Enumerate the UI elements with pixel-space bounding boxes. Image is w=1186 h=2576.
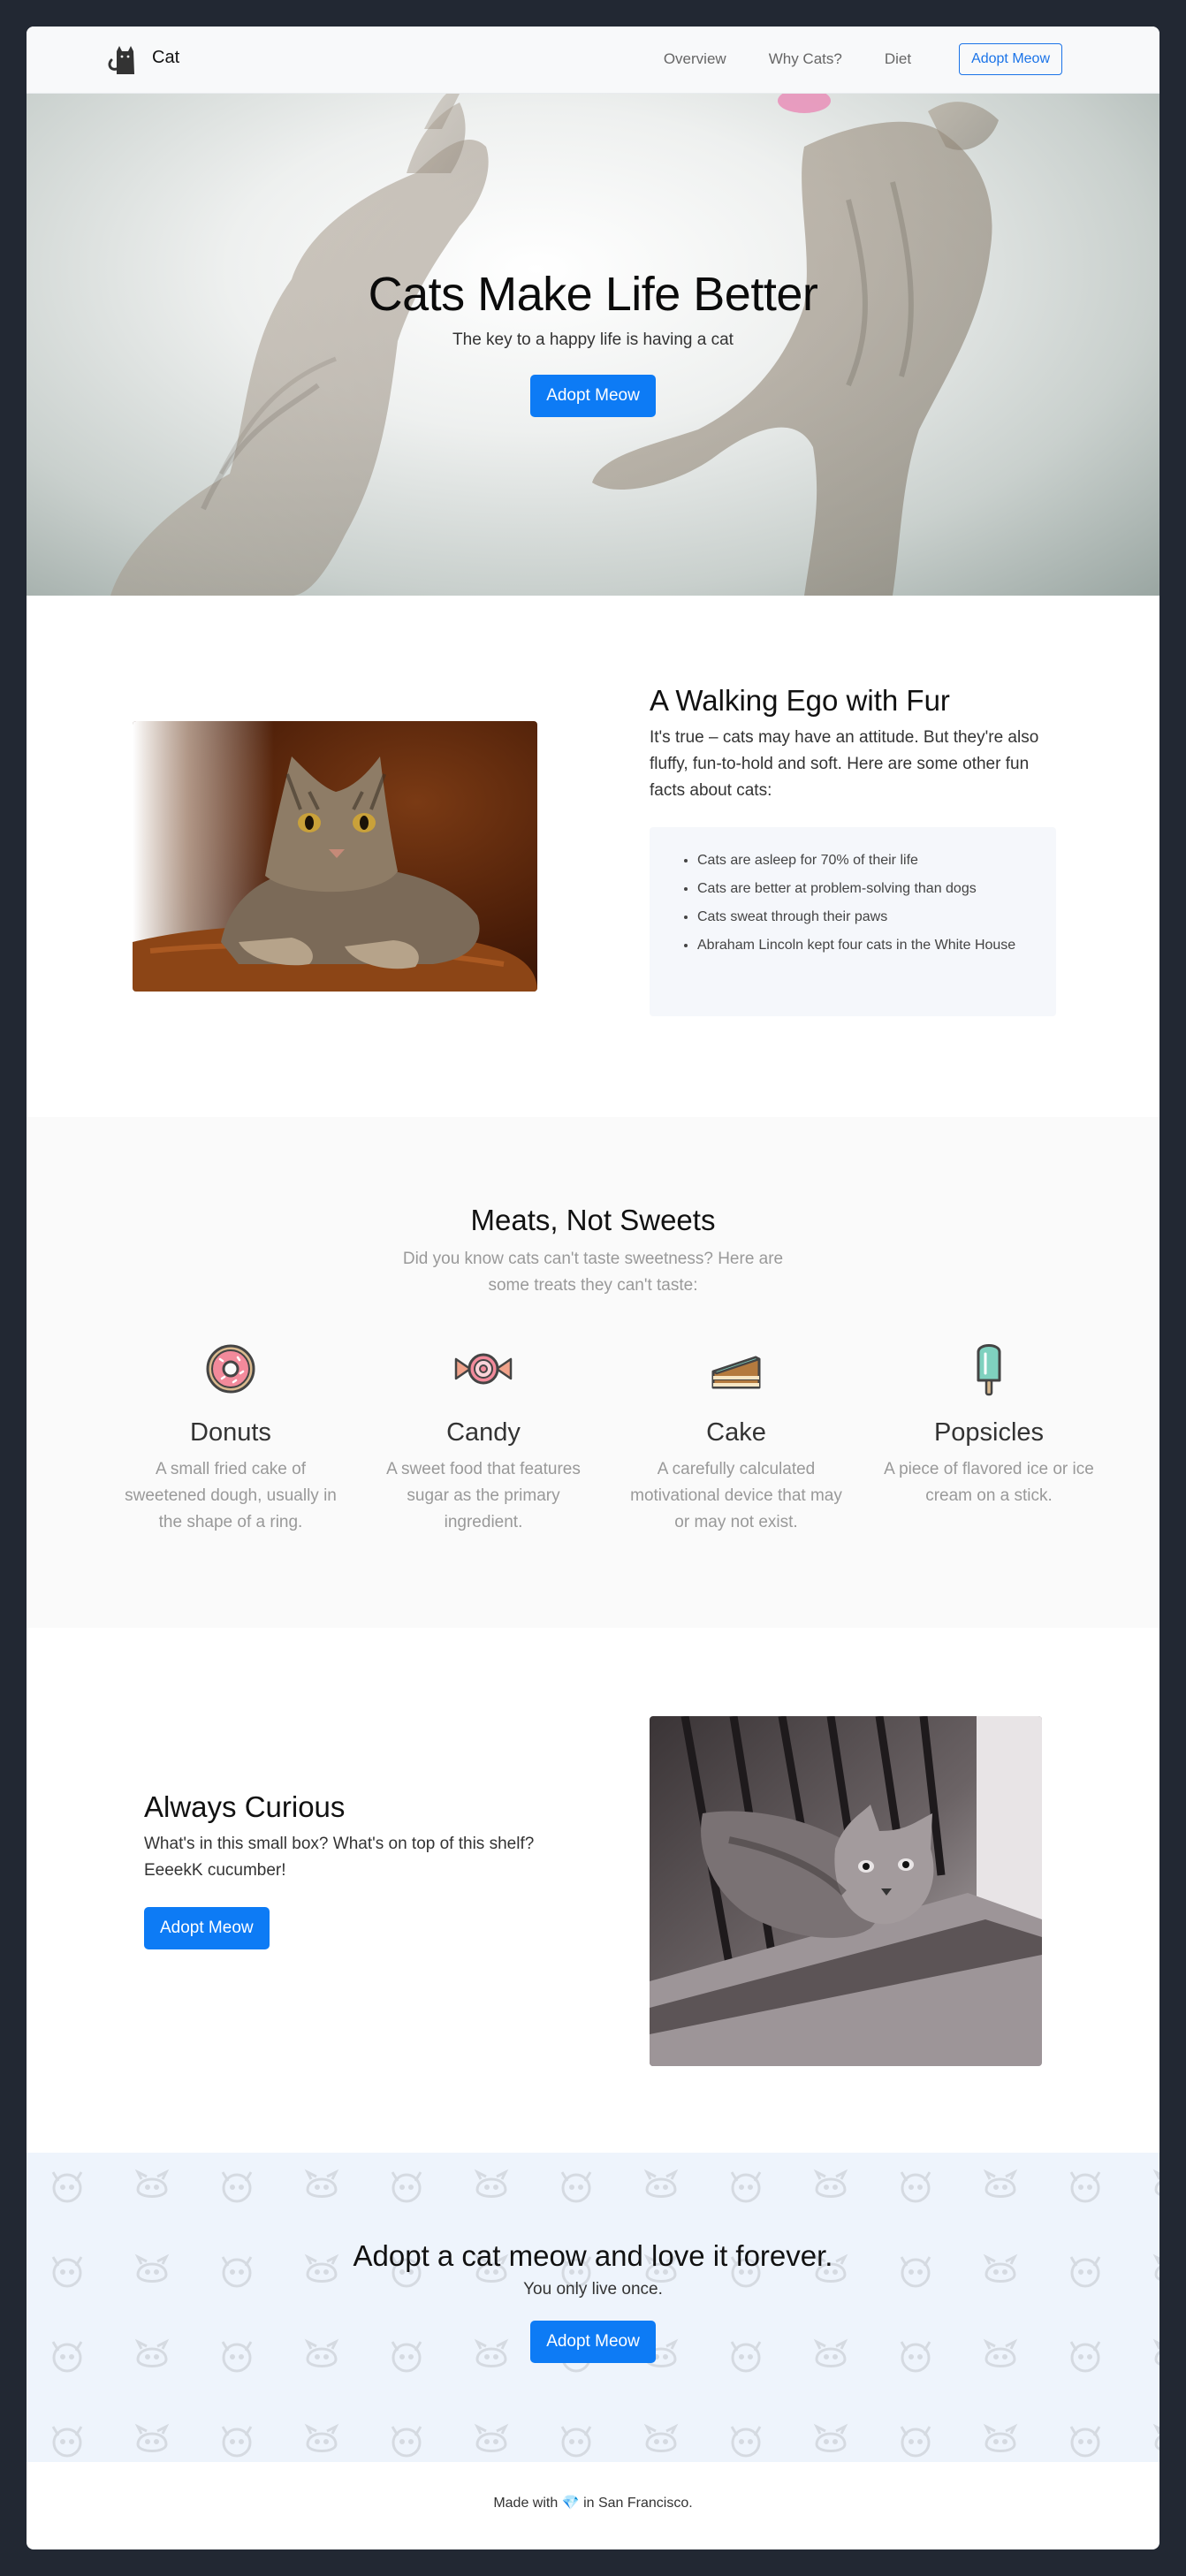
- hero-content: Cats Make Life Better The key to a happy…: [27, 267, 1159, 417]
- popsicle-icon: [977, 1344, 1001, 1396]
- cat-photo-balcony: [650, 1716, 1042, 2066]
- treat-card-donuts: Donuts A small fried cake of sweetened d…: [104, 1340, 357, 1536]
- curious-body: What's in this small box? What's on top …: [144, 1835, 535, 1880]
- diet-subtitle: Did you know cats can't taste sweetness?…: [402, 1250, 784, 1295]
- facts-list: Cats are asleep for 70% of their life Ca…: [697, 850, 1030, 956]
- cta-subtitle: You only live once.: [523, 2280, 663, 2299]
- treat-desc: A sweet food that features sugar as the …: [386, 1460, 581, 1531]
- curious-text: Always Curious What's in this small box?…: [144, 1790, 568, 1949]
- curious-adopt-button[interactable]: Adopt Meow: [144, 1907, 270, 1949]
- hero-title: Cats Make Life Better: [368, 268, 818, 321]
- treat-card-candy: Candy A sweet food that features sugar a…: [357, 1340, 610, 1536]
- candy-icon: [454, 1353, 513, 1385]
- cake-icon: [711, 1356, 761, 1389]
- treat-desc: A piece of flavored ice or ice cream on …: [884, 1460, 1094, 1505]
- treat-name: Candy: [446, 1418, 521, 1447]
- hero-subtitle: The key to a happy life is having a cat: [452, 331, 734, 349]
- fact-item: Cats are better at problem-solving than …: [697, 878, 1030, 900]
- adopt-cta-section: Adopt a cat meow and love it forever. Yo…: [27, 2153, 1159, 2462]
- footer-suffix: in San Francisco.: [583, 2496, 693, 2511]
- treat-card-popsicles: Popsicles A piece of flavored ice or ice…: [863, 1340, 1115, 1536]
- nav-link-why-cats[interactable]: Why Cats?: [769, 50, 842, 68]
- nav-link-diet[interactable]: Diet: [885, 50, 911, 68]
- curious-section: Always Curious What's in this small box?…: [27, 1628, 1159, 2153]
- treat-desc: A carefully calculated motivational devi…: [630, 1460, 842, 1531]
- navbar: Cat Overview Why Cats? Diet Adopt Meow: [27, 27, 1159, 94]
- fact-item: Cats are asleep for 70% of their life: [697, 850, 1030, 871]
- brand[interactable]: Cat: [104, 42, 179, 78]
- ego-body: It's true – cats may have an attitude. B…: [650, 728, 1039, 800]
- treats-grid: Donuts A small fried cake of sweetened d…: [104, 1340, 1115, 1536]
- treat-name: Cake: [706, 1418, 766, 1447]
- diet-section: Meats, Not Sweets Did you know cats can'…: [27, 1117, 1159, 1628]
- diet-title: Meats, Not Sweets: [470, 1204, 716, 1236]
- ego-section: A Walking Ego with Fur It's true – cats …: [27, 596, 1159, 1117]
- nav-links: Overview Why Cats? Diet Adopt Meow: [621, 43, 1062, 75]
- nav-link-overview[interactable]: Overview: [664, 50, 726, 68]
- ego-text: A Walking Ego with Fur It's true – cats …: [650, 684, 1056, 1016]
- cta-content: Adopt a cat meow and love it forever. Yo…: [27, 2153, 1159, 2363]
- hero-adopt-button[interactable]: Adopt Meow: [530, 375, 656, 417]
- hero-section: Cats Make Life Better The key to a happy…: [27, 94, 1159, 596]
- cat-logo-icon: [108, 46, 134, 74]
- treat-name: Donuts: [190, 1418, 271, 1447]
- footer: Made with 💎 in San Francisco.: [27, 2462, 1159, 2548]
- fact-item: Cats sweat through their paws: [697, 907, 1030, 928]
- cta-title: Adopt a cat meow and love it forever.: [353, 2239, 833, 2272]
- cat-photo-sitting: [133, 721, 537, 992]
- cta-adopt-button[interactable]: Adopt Meow: [530, 2321, 656, 2363]
- curious-title: Always Curious: [144, 1790, 346, 1823]
- donut-icon: [206, 1344, 255, 1394]
- page-frame: Cat Overview Why Cats? Diet Adopt Meow C…: [27, 27, 1159, 2549]
- footer-prefix: Made with: [493, 2496, 559, 2511]
- nav-adopt-button[interactable]: Adopt Meow: [959, 43, 1062, 75]
- brand-name: Cat: [152, 47, 180, 67]
- ego-title: A Walking Ego with Fur: [650, 684, 950, 717]
- diamond-icon: 💎: [561, 2496, 580, 2511]
- treat-desc: A small fried cake of sweetened dough, u…: [125, 1460, 337, 1531]
- treat-card-cake: Cake A carefully calculated motivational…: [610, 1340, 863, 1536]
- fact-item: Abraham Lincoln kept four cats in the Wh…: [697, 935, 1030, 956]
- treat-name: Popsicles: [933, 1418, 1045, 1447]
- facts-box: Cats are asleep for 70% of their life Ca…: [650, 827, 1056, 1016]
